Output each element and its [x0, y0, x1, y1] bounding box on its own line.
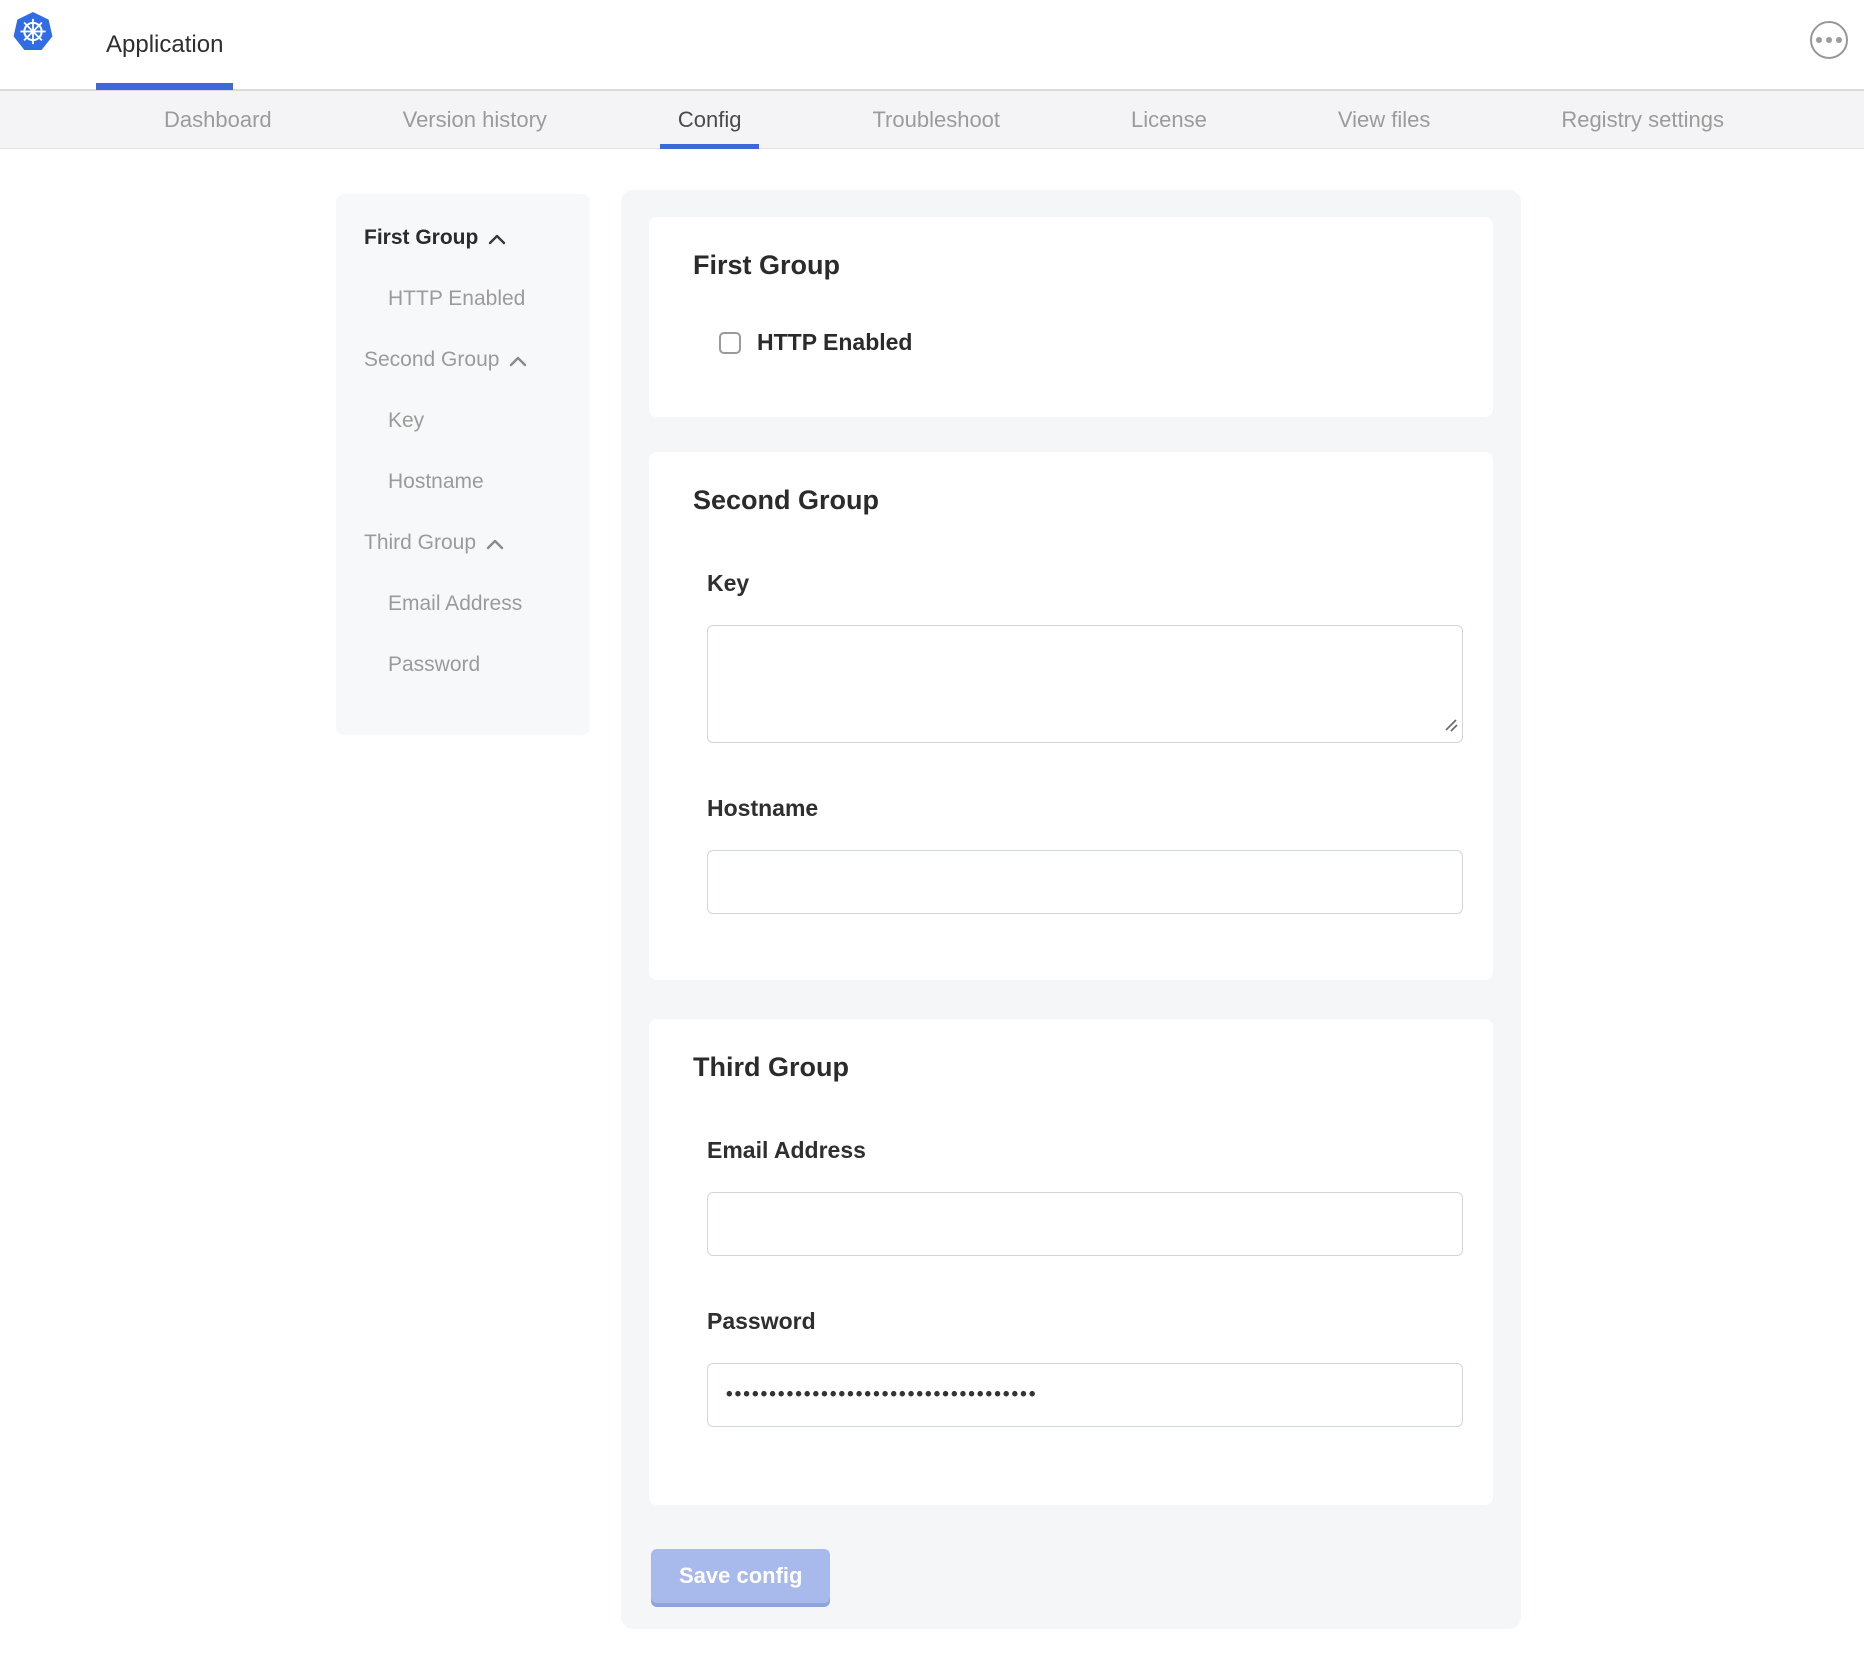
checkbox-label: HTTP Enabled: [757, 329, 913, 356]
email-address-field: Email Address: [693, 1137, 1449, 1256]
sidebar-item-label: Password: [388, 651, 480, 679]
config-panel: First Group HTTP Enabled Second Group Ke…: [621, 190, 1521, 1629]
sidebar-item-hostname[interactable]: Hostname: [364, 468, 590, 496]
http-enabled-field[interactable]: HTTP Enabled: [693, 329, 1449, 356]
field-label: Key: [707, 570, 1449, 597]
tab-application[interactable]: Application: [96, 0, 233, 89]
chevron-up-icon: [486, 538, 504, 550]
sidebar-item-third-group[interactable]: Third Group: [364, 529, 590, 557]
password-input[interactable]: [707, 1363, 1463, 1427]
sidebar-item-first-group[interactable]: First Group: [364, 224, 590, 252]
config-group-second: Second Group Key Hostname: [649, 452, 1493, 980]
group-title: Second Group: [693, 482, 1449, 518]
http-enabled-checkbox[interactable]: [719, 332, 741, 354]
config-sidebar: First Group HTTP Enabled Second Group Ke…: [336, 194, 590, 735]
tab-version-history[interactable]: Version history: [385, 91, 565, 148]
sidebar-item-key[interactable]: Key: [364, 407, 590, 435]
app-subnav: Dashboard Version history Config Trouble…: [0, 91, 1864, 149]
ellipsis-icon: [1826, 37, 1832, 43]
ellipsis-icon: [1816, 37, 1822, 43]
key-field: Key: [693, 570, 1449, 743]
sidebar-item-label: Key: [388, 407, 424, 435]
hostname-input[interactable]: [707, 850, 1463, 914]
sidebar-item-http-enabled[interactable]: HTTP Enabled: [364, 285, 590, 313]
sidebar-item-email-address[interactable]: Email Address: [364, 590, 590, 618]
tab-dashboard[interactable]: Dashboard: [146, 91, 290, 148]
tab-registry-settings[interactable]: Registry settings: [1543, 91, 1742, 148]
sidebar-item-label: Second Group: [364, 346, 499, 374]
kubernetes-logo: [12, 11, 54, 53]
sidebar-item-label: Hostname: [388, 468, 484, 496]
config-page: First Group HTTP Enabled Second Group Ke…: [0, 149, 1864, 1678]
config-group-third: Third Group Email Address Password: [649, 1019, 1493, 1505]
sidebar-item-label: Email Address: [388, 590, 522, 618]
group-title: First Group: [693, 247, 1449, 283]
save-config-button[interactable]: Save config: [651, 1549, 830, 1603]
tab-view-files[interactable]: View files: [1320, 91, 1449, 148]
field-label: Password: [707, 1308, 1449, 1335]
sidebar-item-label: Third Group: [364, 529, 476, 557]
tab-troubleshoot[interactable]: Troubleshoot: [854, 91, 1018, 148]
sidebar-item-label: HTTP Enabled: [388, 285, 525, 313]
sidebar-item-password[interactable]: Password: [364, 651, 590, 679]
tab-config[interactable]: Config: [660, 91, 760, 148]
field-label: Hostname: [707, 795, 1449, 822]
hostname-field: Hostname: [693, 795, 1449, 914]
sidebar-item-label: First Group: [364, 224, 478, 252]
chevron-up-icon: [488, 233, 506, 245]
sidebar-item-second-group[interactable]: Second Group: [364, 346, 590, 374]
chevron-up-icon: [509, 355, 527, 367]
app-header: Application: [0, 0, 1864, 91]
password-field: Password: [693, 1308, 1449, 1427]
app-title: Application: [106, 31, 223, 59]
config-group-first: First Group HTTP Enabled: [649, 217, 1493, 417]
more-options-button[interactable]: [1810, 21, 1848, 59]
group-title: Third Group: [693, 1049, 1449, 1085]
ellipsis-icon: [1836, 37, 1842, 43]
email-address-input[interactable]: [707, 1192, 1463, 1256]
field-label: Email Address: [707, 1137, 1449, 1164]
key-textarea[interactable]: [707, 625, 1463, 743]
tab-license[interactable]: License: [1113, 91, 1225, 148]
